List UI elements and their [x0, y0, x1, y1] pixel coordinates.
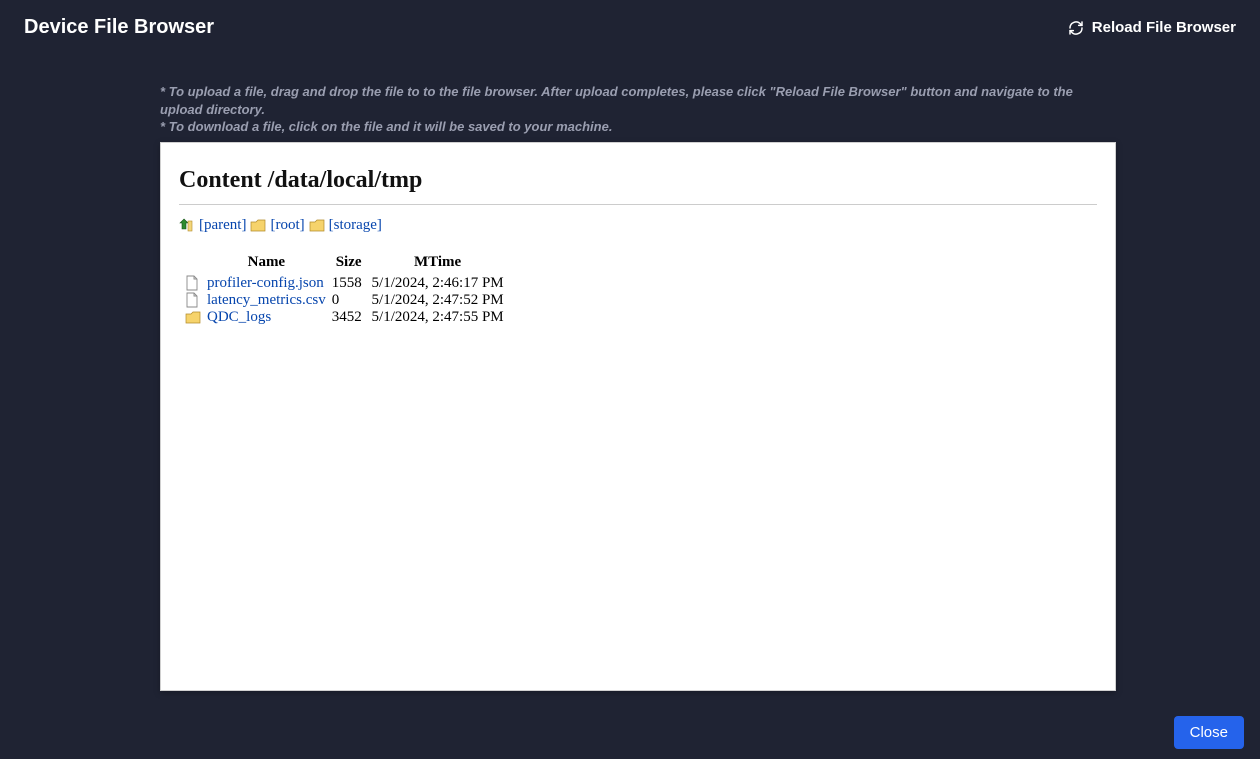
- file-size: 0: [330, 292, 368, 309]
- nav-parent-link[interactable]: [parent]: [199, 217, 246, 234]
- nav-root-link[interactable]: [root]: [270, 217, 304, 234]
- page-title: Device File Browser: [24, 16, 214, 39]
- col-size: Size: [330, 252, 368, 275]
- table-row: profiler-config.json 1558 5/1/2024, 2:46…: [181, 275, 508, 292]
- file-size: 3452: [330, 309, 368, 326]
- up-arrow-icon: [179, 218, 195, 232]
- reload-icon: [1068, 20, 1084, 36]
- file-table: Name Size MTime profiler-config.json 155…: [181, 252, 508, 326]
- file-browser-panel[interactable]: Content /data/local/tmp [parent] [root]: [160, 142, 1116, 691]
- col-name: Name: [203, 252, 330, 275]
- file-size: 1558: [330, 275, 368, 292]
- col-mtime: MTime: [368, 252, 508, 275]
- file-icon: [181, 275, 203, 292]
- instruction-line-1: * To upload a file, drag and drop the fi…: [160, 83, 1110, 118]
- file-mtime: 5/1/2024, 2:47:55 PM: [368, 309, 508, 326]
- file-mtime: 5/1/2024, 2:47:52 PM: [368, 292, 508, 309]
- file-name-link[interactable]: latency_metrics.csv: [203, 292, 330, 309]
- header: Device File Browser Reload File Browser: [0, 0, 1260, 55]
- table-row: latency_metrics.csv 0 5/1/2024, 2:47:52 …: [181, 292, 508, 309]
- reload-file-browser-button[interactable]: Reload File Browser: [1068, 19, 1236, 36]
- folder-icon: [181, 309, 203, 326]
- folder-name-link[interactable]: QDC_logs: [203, 309, 330, 326]
- file-mtime: 5/1/2024, 2:46:17 PM: [368, 275, 508, 292]
- reload-label: Reload File Browser: [1092, 19, 1236, 36]
- instructions: * To upload a file, drag and drop the fi…: [160, 55, 1110, 136]
- table-row: QDC_logs 3452 5/1/2024, 2:47:55 PM: [181, 309, 508, 326]
- breadcrumb-nav: [parent] [root] [storage]: [179, 217, 1097, 234]
- folder-icon: [309, 218, 325, 232]
- file-icon: [181, 292, 203, 309]
- file-name-link[interactable]: profiler-config.json: [203, 275, 330, 292]
- close-button[interactable]: Close: [1174, 716, 1244, 749]
- folder-icon: [250, 218, 266, 232]
- nav-storage-link[interactable]: [storage]: [329, 217, 382, 234]
- instruction-line-2: * To download a file, click on the file …: [160, 118, 1110, 136]
- panel-divider: [179, 204, 1097, 205]
- panel-heading: Content /data/local/tmp: [179, 167, 1097, 194]
